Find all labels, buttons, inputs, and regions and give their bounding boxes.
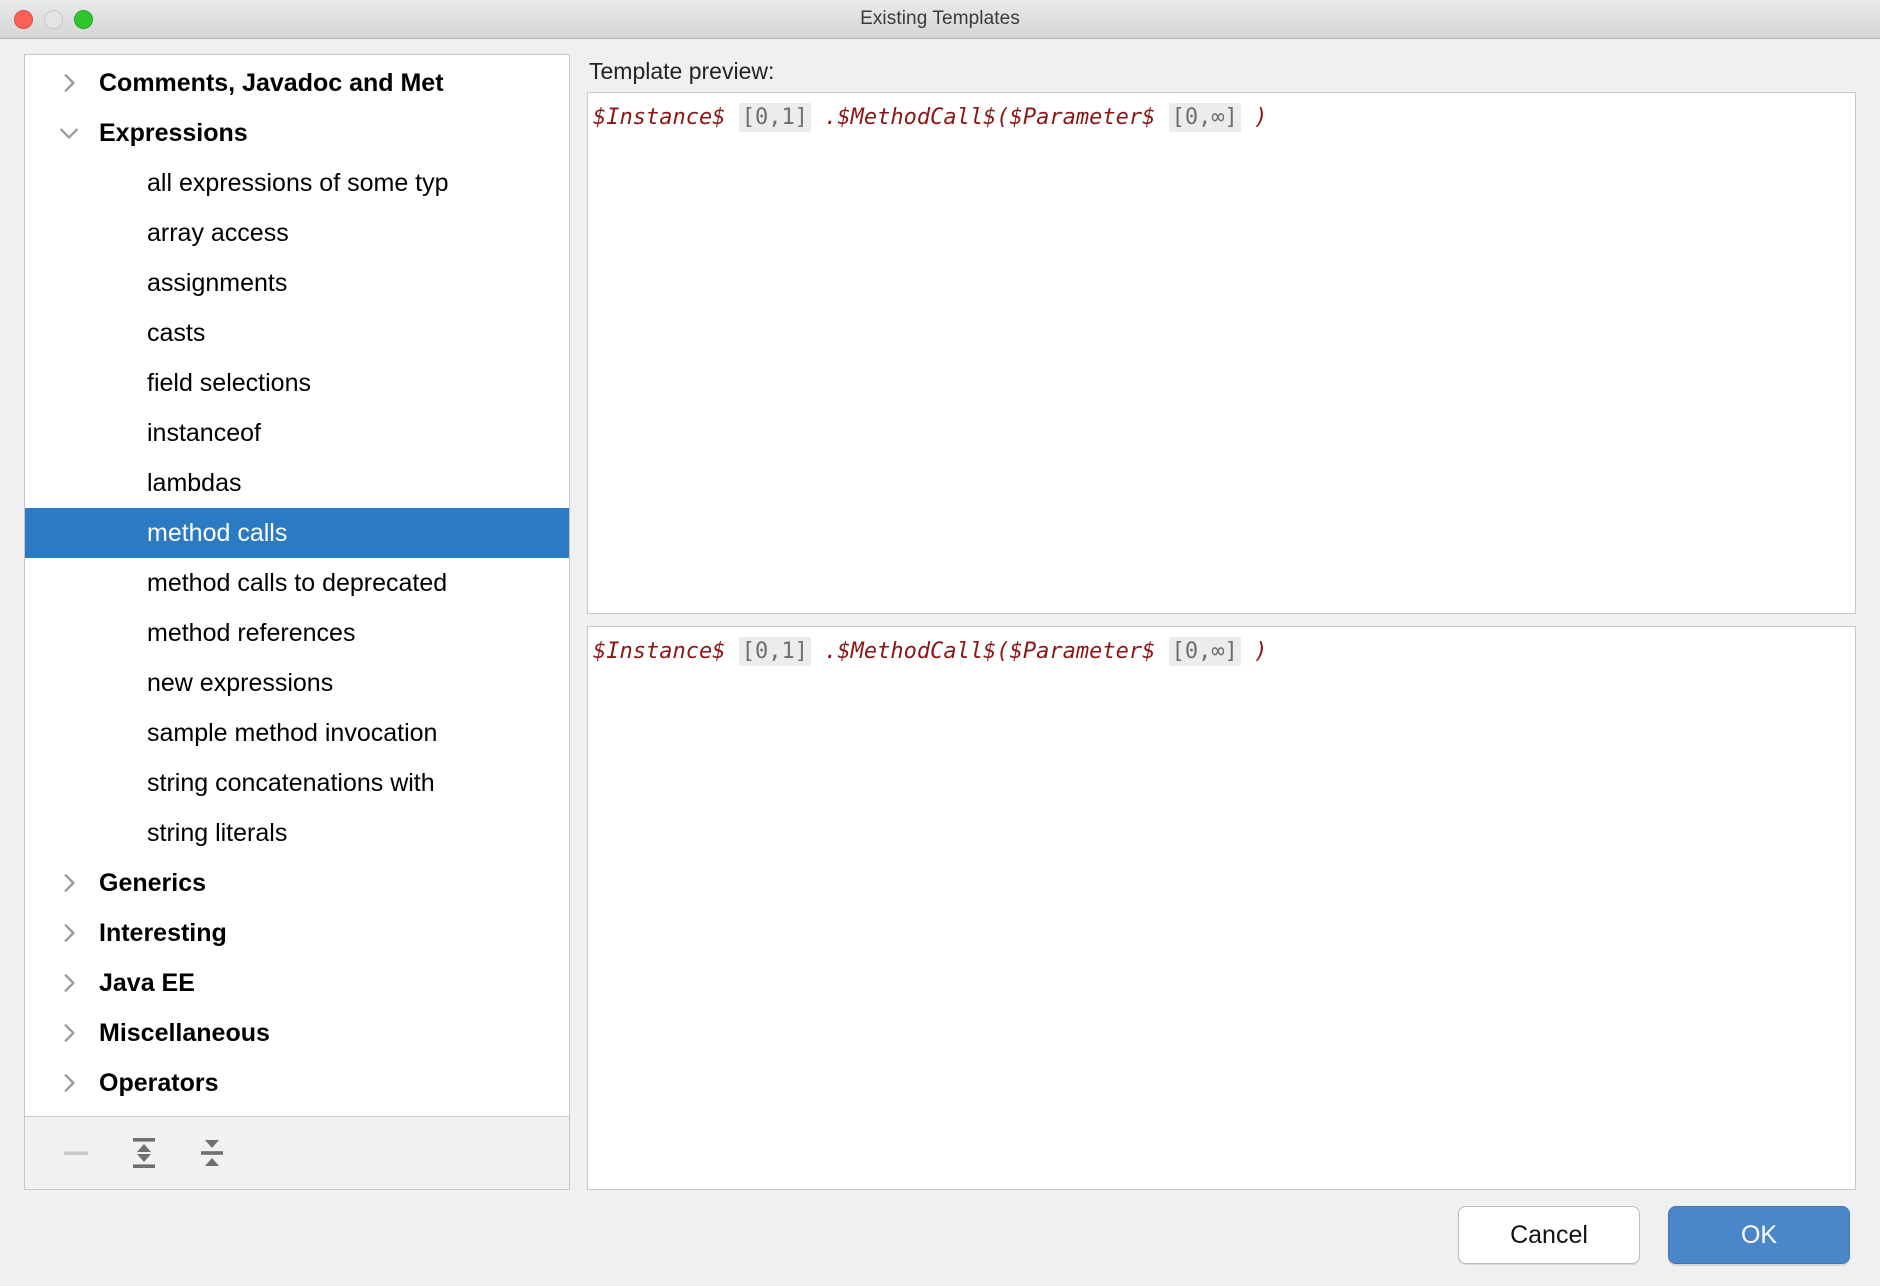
tree-item-label: sample method invocation: [147, 718, 438, 747]
templates-tree-panel[interactable]: Comments, Javadoc and Met Expressions all …: [24, 54, 570, 1117]
count-filter-badge: [0,1]: [738, 103, 811, 132]
remove-icon: [53, 1130, 99, 1176]
preview-column: Template preview: $Instance$ [0,1] .$Met…: [587, 54, 1856, 1190]
tree-item-label: casts: [147, 318, 206, 347]
templates-tree[interactable]: Comments, Javadoc and Met Expressions all …: [25, 55, 569, 1116]
maximize-button[interactable]: [74, 10, 93, 29]
count-filter-badge: [0,1]: [738, 637, 811, 666]
tree-item-method-calls-to-deprecated[interactable]: method calls to deprecated: [25, 558, 569, 608]
template-editor-code[interactable]: $Instance$ [0,1] .$MethodCall$($Paramete…: [588, 627, 1855, 666]
tree-item-new-expressions[interactable]: new expressions: [25, 658, 569, 708]
tree-item-casts[interactable]: casts: [25, 308, 569, 358]
templates-tree-column: Comments, Javadoc and Met Expressions all …: [24, 54, 570, 1190]
template-editor-panel[interactable]: $Instance$ [0,1] .$MethodCall$($Paramete…: [587, 626, 1856, 1190]
existing-templates-dialog: Existing Templates Comments, Javadoc and…: [0, 0, 1880, 1286]
collapse-all-icon[interactable]: [189, 1130, 235, 1176]
tree-item-label: assignments: [147, 268, 288, 297]
template-variable: .$MethodCall$($Parameter$: [824, 639, 1156, 664]
count-filter-badge: [0,∞]: [1168, 103, 1241, 132]
tree-item-java-ee[interactable]: Java EE: [25, 958, 569, 1008]
close-button[interactable]: [14, 10, 33, 29]
tree-item-method-references[interactable]: method references: [25, 608, 569, 658]
tree-item-label: lambdas: [147, 468, 242, 497]
tree-item-string-literals[interactable]: string literals: [25, 808, 569, 858]
tree-item-label: field selections: [147, 368, 311, 397]
tree-item-label: Java EE: [99, 968, 195, 997]
tree-item-label: all expressions of some typ: [147, 168, 449, 197]
tree-item-array-access[interactable]: array access: [25, 208, 569, 258]
tree-item-operators[interactable]: Operators: [25, 1058, 569, 1108]
chevron-right-icon[interactable]: [49, 1022, 89, 1044]
tree-item-label: Generics: [99, 868, 207, 897]
template-variable: .$MethodCall$($Parameter$: [824, 105, 1156, 130]
ok-button[interactable]: OK: [1668, 1206, 1850, 1264]
tree-item-all-expressions-of-some-typ[interactable]: all expressions of some typ: [25, 158, 569, 208]
code-punctuation: ): [1254, 105, 1268, 130]
minimize-button[interactable]: [44, 10, 63, 29]
tree-item-label: instanceof: [147, 418, 261, 447]
tree-item-label: string literals: [147, 818, 288, 847]
dialog-body: Comments, Javadoc and Met Expressions all …: [0, 39, 1880, 1190]
chevron-down-icon[interactable]: [49, 122, 89, 144]
chevron-right-icon[interactable]: [49, 72, 89, 94]
tree-item-label: Operators: [99, 1068, 219, 1097]
tree-item-miscellaneous[interactable]: Miscellaneous: [25, 1008, 569, 1058]
template-preview-label: Template preview:: [589, 58, 775, 84]
tree-item-generics[interactable]: Generics: [25, 858, 569, 908]
tree-toolbar: [24, 1117, 570, 1190]
template-variable: $Instance$: [593, 639, 726, 664]
chevron-right-icon[interactable]: [49, 1072, 89, 1094]
tree-item-label: method calls: [147, 518, 288, 547]
chevron-right-icon[interactable]: [49, 972, 89, 994]
tree-item-instanceof[interactable]: instanceof: [25, 408, 569, 458]
tree-item-interesting[interactable]: Interesting: [25, 908, 569, 958]
tree-item-assignments[interactable]: assignments: [25, 258, 569, 308]
window-title: Existing Templates: [860, 8, 1020, 29]
tree-item-lambdas[interactable]: lambdas: [25, 458, 569, 508]
tree-item-comments-javadoc-and-met[interactable]: Comments, Javadoc and Met: [25, 58, 569, 108]
tree-item-label: new expressions: [147, 668, 334, 697]
cancel-button[interactable]: Cancel: [1458, 1206, 1640, 1264]
template-variable: $Instance$: [593, 105, 726, 130]
tree-item-string-concatenations-with[interactable]: string concatenations with: [25, 758, 569, 808]
window-controls: [14, 0, 93, 39]
chevron-right-icon[interactable]: [49, 872, 89, 894]
tree-item-label: Miscellaneous: [99, 1018, 270, 1047]
tree-item-expressions[interactable]: Expressions: [25, 108, 569, 158]
tree-item-label: Expressions: [99, 118, 248, 147]
count-filter-badge: [0,∞]: [1168, 637, 1241, 666]
window-titlebar: Existing Templates: [0, 0, 1880, 39]
template-preview-code: $Instance$ [0,1] .$MethodCall$($Paramete…: [588, 93, 1855, 132]
tree-item-label: Comments, Javadoc and Met: [99, 68, 444, 97]
expand-all-icon[interactable]: [121, 1130, 167, 1176]
tree-item-sample-method-invocation[interactable]: sample method invocation: [25, 708, 569, 758]
tree-item-label: array access: [147, 218, 289, 247]
template-preview-panel[interactable]: $Instance$ [0,1] .$MethodCall$($Paramete…: [587, 92, 1856, 614]
tree-item-method-calls[interactable]: method calls: [25, 508, 569, 558]
tree-item-label: method references: [147, 618, 356, 647]
tree-item-field-selections[interactable]: field selections: [25, 358, 569, 408]
tree-item-label: string concatenations with: [147, 768, 435, 797]
code-punctuation: ): [1254, 639, 1268, 664]
dialog-footer: Cancel OK: [0, 1190, 1880, 1286]
chevron-right-icon[interactable]: [49, 922, 89, 944]
tree-item-label: method calls to deprecated: [147, 568, 448, 597]
tree-item-label: Interesting: [99, 918, 227, 947]
